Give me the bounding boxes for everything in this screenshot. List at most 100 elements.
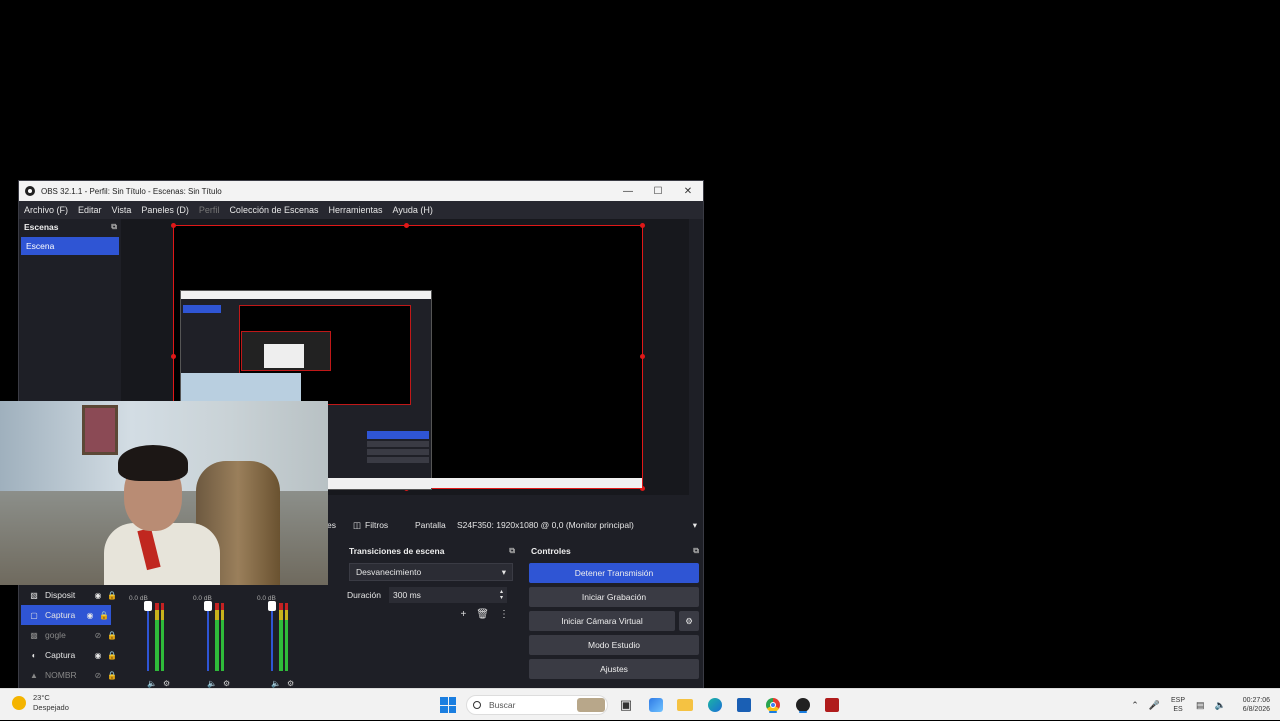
language-indicator[interactable]: ESP ES [1171, 696, 1185, 714]
minimize-icon[interactable]: — [613, 181, 643, 201]
weather-widget[interactable]: 23°C Despejado [12, 693, 69, 713]
lang-bottom: ES [1173, 706, 1183, 713]
browser-icon: ▩ [30, 630, 38, 640]
display-select[interactable]: S24F350: 1920x1080 @ 0,0 (Monitor princi… [457, 520, 697, 531]
eye-hidden-icon[interactable]: ⊘ [91, 631, 105, 640]
scene-item[interactable]: Escena [21, 237, 119, 255]
source-item[interactable]: ▢ Captura ◉ 🔒 [21, 605, 111, 625]
maximize-icon[interactable]: ☐ [643, 181, 673, 201]
menu-perfil[interactable]: Perfil [199, 205, 220, 215]
volume-fader[interactable] [147, 603, 149, 671]
clock-date: 6/8/2026 [1242, 706, 1270, 713]
taskbar-search[interactable]: Buscar [466, 695, 608, 715]
gear-icon[interactable]: ⚙ [287, 679, 294, 688]
file-explorer-icon[interactable] [676, 696, 694, 714]
windows-start-icon[interactable] [439, 696, 457, 714]
search-icon [473, 701, 481, 709]
eye-icon[interactable]: ◉ [91, 651, 105, 660]
source-item[interactable]: ◐ Captura ◉ 🔒 [19, 645, 119, 665]
settings-button[interactable]: Ajustes [529, 659, 699, 679]
scenes-header: Escenas [24, 222, 59, 232]
eye-hidden-icon[interactable]: ⊘ [91, 671, 105, 680]
resize-handle[interactable] [171, 223, 176, 228]
studio-mode-button[interactable]: Modo Estudio [529, 635, 699, 655]
chrome-icon[interactable] [764, 696, 782, 714]
resize-handle[interactable] [171, 354, 176, 359]
start-virtual-camera-button[interactable]: Iniciar Cámara Virtual [529, 611, 675, 631]
volume-fader[interactable] [271, 603, 273, 671]
duration-input[interactable]: 300 ms ▴ ▾ [389, 587, 508, 603]
fader-knob[interactable] [268, 601, 276, 611]
stop-stream-button[interactable]: Detener Transmisión [529, 563, 699, 583]
undock-icon[interactable]: ⧉ [509, 546, 515, 556]
resize-handle[interactable] [404, 223, 409, 228]
network-icon[interactable]: ▤ [1196, 700, 1205, 711]
fader-knob[interactable] [204, 601, 212, 611]
menu-vista[interactable]: Vista [112, 205, 132, 215]
undock-icon[interactable]: ⧉ [693, 546, 699, 556]
red-app-icon[interactable] [823, 696, 841, 714]
window-capture-icon: ◐ [31, 650, 37, 660]
transition-select[interactable]: Desvanecimiento ▾ [349, 563, 513, 581]
menu-archivo[interactable]: Archivo (F) [24, 205, 68, 215]
start-recording-button[interactable]: Iniciar Grabación [529, 587, 699, 607]
microsoft-store-icon[interactable] [735, 696, 753, 714]
scenes-dock: Escenas ⧉ Escena [19, 219, 121, 399]
audio-mixer: 0.0 dB 🔈 ⚙ 0.0 dB 🔈 ⚙ 0.0 dB 🔈 ⚙ [123, 581, 329, 691]
resize-handle[interactable] [640, 223, 645, 228]
trash-icon[interactable]: 🗑 [476, 609, 489, 620]
add-icon[interactable]: + [460, 609, 466, 620]
lock-icon[interactable]: 🔒 [105, 631, 119, 640]
lock-icon[interactable]: 🔒 [97, 611, 111, 620]
volume-fader[interactable] [207, 603, 209, 671]
gear-icon[interactable]: ⚙ [163, 679, 170, 688]
source-item[interactable]: ▧ Disposit ◉ 🔒 [19, 585, 119, 605]
device-icon: ▧ [30, 590, 38, 600]
lock-icon[interactable]: 🔒 [105, 651, 119, 660]
task-view-icon[interactable]: ▣ [617, 696, 635, 714]
sources-dock: ▧ Disposit ◉ 🔒 ▢ Captura ◉ 🔒 ▩ gogle ⊘ 🔒… [19, 581, 119, 700]
microphone-icon[interactable]: 🎤 [1149, 700, 1160, 711]
lock-icon[interactable]: 🔒 [105, 591, 119, 600]
menu-coleccion-escenas[interactable]: Colección de Escenas [229, 205, 318, 215]
mixer-channel: 0.0 dB 🔈 ⚙ [193, 587, 243, 691]
edge-icon[interactable] [706, 696, 724, 714]
speaker-icon[interactable]: 🔈 [271, 679, 281, 688]
eye-icon[interactable]: ◉ [83, 611, 97, 620]
obs-taskbar-icon[interactable] [794, 696, 812, 714]
lock-icon[interactable]: 🔒 [105, 671, 119, 680]
spin-arrows-icon[interactable]: ▴ ▾ [500, 589, 503, 601]
text-icon: ▲ [30, 670, 38, 680]
volume-icon[interactable]: 🔈 [1215, 700, 1226, 711]
level-meter [221, 603, 224, 671]
clock[interactable]: 00:27:06 6/8/2026 [1243, 696, 1270, 714]
controls-dock: Controles ⧉ Detener Transmisión Iniciar … [525, 543, 703, 689]
menu-ayuda[interactable]: Ayuda (H) [393, 205, 433, 215]
eye-icon[interactable]: ◉ [91, 591, 105, 600]
webcam-overlay [0, 401, 328, 585]
menu-herramientas[interactable]: Herramientas [329, 205, 383, 215]
menu-paneles[interactable]: Paneles (D) [141, 205, 189, 215]
chevron-down-icon: ▾ [501, 566, 506, 577]
filters-button[interactable]: ◫ Filtros [353, 520, 388, 531]
source-properties-label[interactable]: es [327, 520, 336, 530]
close-icon[interactable]: ✕ [673, 181, 703, 201]
gear-icon[interactable]: ⚙ [679, 611, 699, 631]
undock-icon[interactable]: ⧉ [111, 222, 117, 232]
source-item[interactable]: ▲ NOMBR ⊘ 🔒 [19, 665, 119, 685]
source-item[interactable]: ▩ gogle ⊘ 🔒 [19, 625, 119, 645]
source-label: Captura [45, 610, 76, 620]
taskbar: 23°C Despejado Buscar ▣ ⌃ 🎤 ESP ES ▤ 🔈 0… [0, 688, 1280, 720]
menu-editar[interactable]: Editar [78, 205, 102, 215]
fader-knob[interactable] [144, 601, 152, 611]
weather-condition: Despejado [33, 703, 69, 712]
gear-icon[interactable]: ⚙ [223, 679, 230, 688]
more-options-icon[interactable]: ⋮ [499, 609, 509, 620]
speaker-icon[interactable]: 🔈 [147, 679, 157, 688]
obs-logo-icon [25, 186, 35, 196]
mixer-channel: 0.0 dB 🔈 ⚙ [129, 587, 179, 691]
speaker-icon[interactable]: 🔈 [207, 679, 217, 688]
chevron-up-icon[interactable]: ⌃ [1131, 700, 1139, 711]
store-app-icon[interactable] [647, 696, 665, 714]
resize-handle[interactable] [640, 354, 645, 359]
